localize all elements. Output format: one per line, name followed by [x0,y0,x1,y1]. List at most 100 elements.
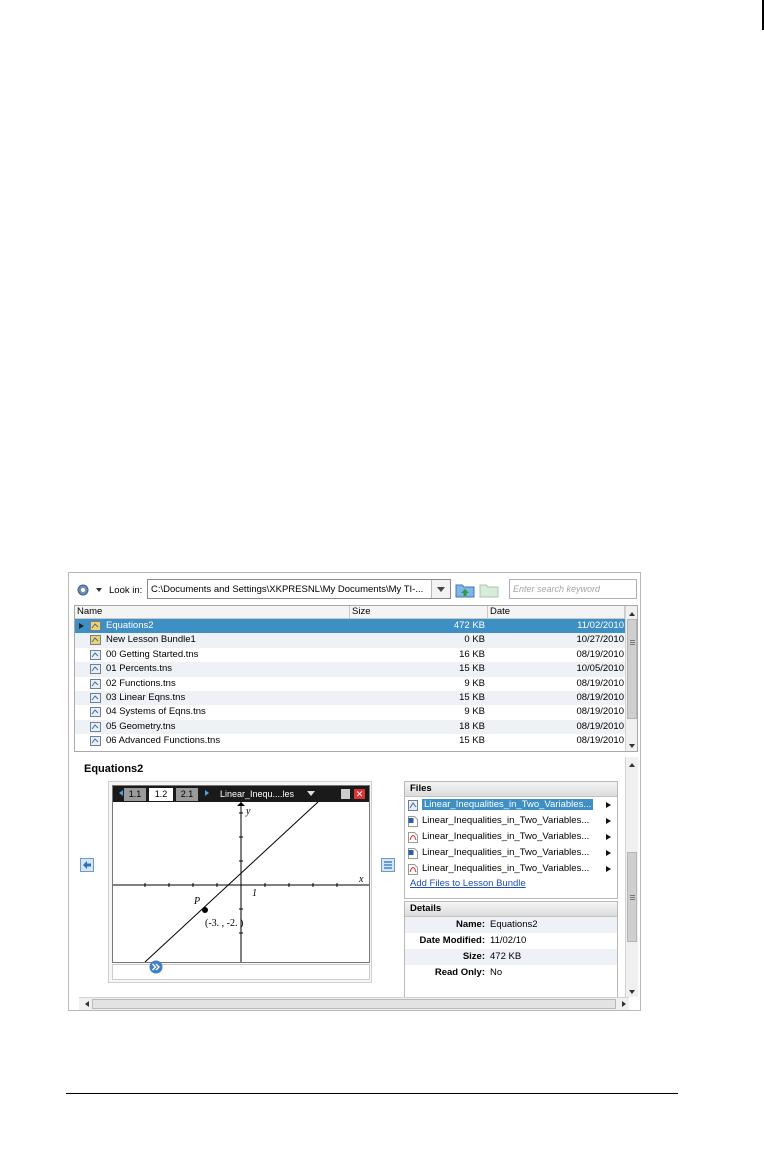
lesson-file-item[interactable]: Linear_Inequalities_in_Two_Variables... [405,861,617,877]
tab-1-1[interactable]: 1.1 [124,788,146,801]
lesson-file-item[interactable]: Linear_Inequalities_in_Two_Variables... [405,845,617,861]
chevron-right-icon[interactable] [606,818,611,824]
file-name: 06 Advanced Functions.tns [106,735,221,747]
scroll-left-icon[interactable] [82,1001,89,1007]
column-header-size[interactable]: Size [350,606,488,618]
chevron-right-icon[interactable] [606,802,611,808]
detail-row: Name: Equations2 [405,917,617,933]
file-date: 08/19/2010 [576,735,624,747]
files-panel-header: Files [405,782,617,797]
expand-arrow-icon[interactable] [79,623,84,629]
details-panel-header: Details [405,902,617,917]
file-row[interactable]: New Lesson Bundle1 0 KB 10/27/2010 [75,633,625,648]
file-list-header: Name Size Date [75,606,625,619]
x-axis-label: x [358,874,364,885]
scroll-down-icon[interactable] [626,985,638,997]
file-row[interactable]: 02 Functions.tns 9 KB 08/19/2010 [75,677,625,691]
file-row[interactable]: 03 Linear Eqns.tns 15 KB 08/19/2010 [75,690,625,706]
preview-horizontal-scrollbar[interactable] [79,997,629,1010]
close-icon[interactable]: ✕ [354,789,365,799]
chevron-right-icon[interactable] [606,866,611,872]
detail-row: Size: 472 KB [405,949,617,965]
file-row[interactable]: 01 Percents.tns 15 KB 10/05/2010 [75,662,625,677]
file-date: 08/19/2010 [576,677,624,689]
content-explorer-window: Look in: C:\Documents and Settings\XKPRE… [68,572,641,1011]
double-chevron-icon [149,960,163,974]
document-title: Linear_Inequ....les [220,789,295,799]
toolbar: Look in: C:\Documents and Settings\XKPRE… [69,573,640,605]
file-name: 01 Percents.tns [106,663,173,675]
tab-scroll-left-icon[interactable] [116,790,123,796]
options-menu-button[interactable] [75,582,103,598]
tick-label-1: 1 [252,888,257,899]
file-date: 08/19/2010 [576,720,624,732]
file-list: Name Size Date Equations2 472 KB 11/02/201… [74,605,638,752]
lesson-file-name: Linear_Inequalities_in_Two_Variables... [422,799,594,810]
gear-icon [77,584,102,596]
scroll-up-icon[interactable] [626,606,637,618]
footer-rule [66,1093,678,1094]
folder-up-icon [455,584,475,598]
previous-page-button[interactable] [80,858,94,872]
file-row[interactable]: Equations2 472 KB 11/02/2010 [75,619,625,634]
page-tabs: 1.1 1.2 2.1 Linear_Inequ....les ✕ [113,786,369,802]
file-rows: Equations2 472 KB 11/02/2010 New Lesson Bun… [75,619,625,749]
column-header-name[interactable]: Name [75,606,350,618]
tab-scroll-right-icon[interactable] [205,790,212,796]
scroll-down-icon[interactable] [626,739,637,751]
file-size: 18 KB [459,720,485,732]
file-row[interactable]: 04 Systems of Eqns.tns 9 KB 08/19/2010 [75,705,625,719]
file-name: 05 Geometry.tns [106,720,176,732]
detail-key: Name: [455,919,485,930]
boundary-line [144,802,319,962]
scroll-thumb[interactable] [627,619,637,719]
scroll-right-icon[interactable] [622,1001,629,1007]
file-date: 11/02/2010 [577,620,624,631]
look-in-path-dropdown[interactable]: C:\Documents and Settings\XKPRESNL\My Do… [147,579,451,599]
chevron-down-icon[interactable] [307,791,315,800]
file-row[interactable]: 05 Geometry.tns 18 KB 08/19/2010 [75,719,625,735]
search-field[interactable] [509,579,637,599]
detail-value: 472 KB [490,951,522,962]
tab-1-2[interactable]: 1.2 [149,788,173,801]
scroll-up-icon[interactable] [626,757,638,769]
lesson-file-name: Linear_Inequalities_in_Two_Variables... [422,815,590,826]
dropdown-arrow-icon [96,588,102,592]
scroll-thumb[interactable] [627,852,637,942]
file-row[interactable]: 06 Advanced Functions.tns 15 KB 08/19/2010 [75,734,625,748]
details-panel: Details Name: Equations2 Date Modified: 11/… [404,901,618,999]
point-coordinates: (-3. , -2. ) [205,918,243,929]
detail-key: Read Only: [434,967,485,978]
chevron-down-icon[interactable] [431,580,450,598]
file-name: Equations2 [106,620,154,631]
expand-preview-button[interactable] [149,960,163,974]
chevron-right-icon[interactable] [606,850,611,856]
new-folder-button[interactable] [479,581,499,598]
files-panel: Files Linear_Inequalities_in_Two_Variabl… [404,781,618,899]
detail-row: Read Only: No [405,965,617,981]
next-page-button[interactable] [381,858,395,872]
detail-key: Date Modified: [419,935,485,946]
chevron-right-icon[interactable] [606,834,611,840]
lesson-file-name: Linear_Inequalities_in_Two_Variables... [422,831,590,842]
lesson-file-item[interactable]: Linear_Inequalities_in_Two_Variables... [405,797,617,813]
path-text: C:\Documents and Settings\XKPRESNL\My Do… [151,584,424,595]
preview-area: Equations2 1.1 1.2 2.1 Linear_Inequ....l… [74,757,638,1010]
file-size: 9 KB [464,677,485,689]
preview-vertical-scrollbar[interactable] [625,757,638,997]
detail-value: 11/02/10 [490,935,527,946]
search-input[interactable] [513,581,631,597]
column-header-date[interactable]: Date [488,606,625,618]
scroll-thumb[interactable] [92,999,616,1009]
detail-value: No [490,967,503,978]
file-size: 472 KB [453,620,485,631]
lesson-file-item[interactable]: Linear_Inequalities_in_Two_Variables... [405,829,617,845]
lesson-file-item[interactable]: Linear_Inequalities_in_Two_Variables... [405,813,617,829]
tab-2-1[interactable]: 2.1 [176,788,198,801]
up-one-level-button[interactable] [455,581,475,598]
document-preview: 1.1 1.2 2.1 Linear_Inequ....les ✕ y x 1 … [108,781,372,983]
file-name: New Lesson Bundle1 [106,634,196,646]
add-files-link[interactable]: Add Files to Lesson Bundle [405,877,617,891]
file-row[interactable]: 00 Getting Started.tns 16 KB 08/19/2010 [75,648,625,662]
file-list-scrollbar[interactable] [625,606,637,751]
